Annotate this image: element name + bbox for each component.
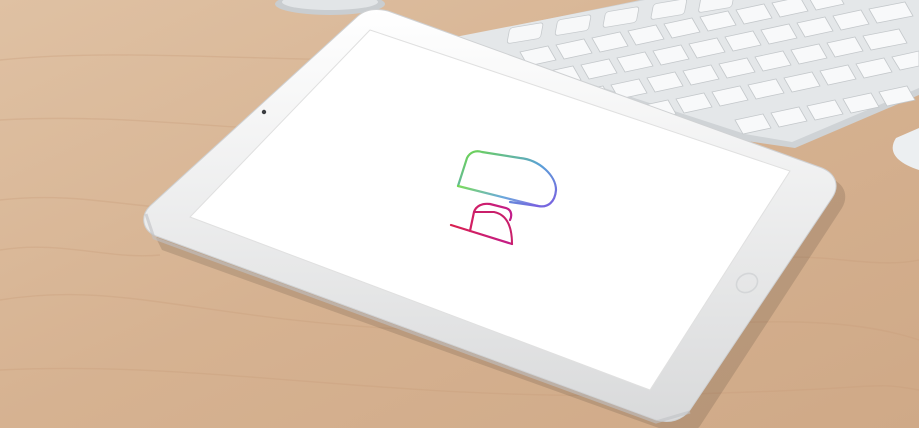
photo-scene bbox=[0, 0, 919, 428]
front-camera bbox=[261, 109, 267, 115]
